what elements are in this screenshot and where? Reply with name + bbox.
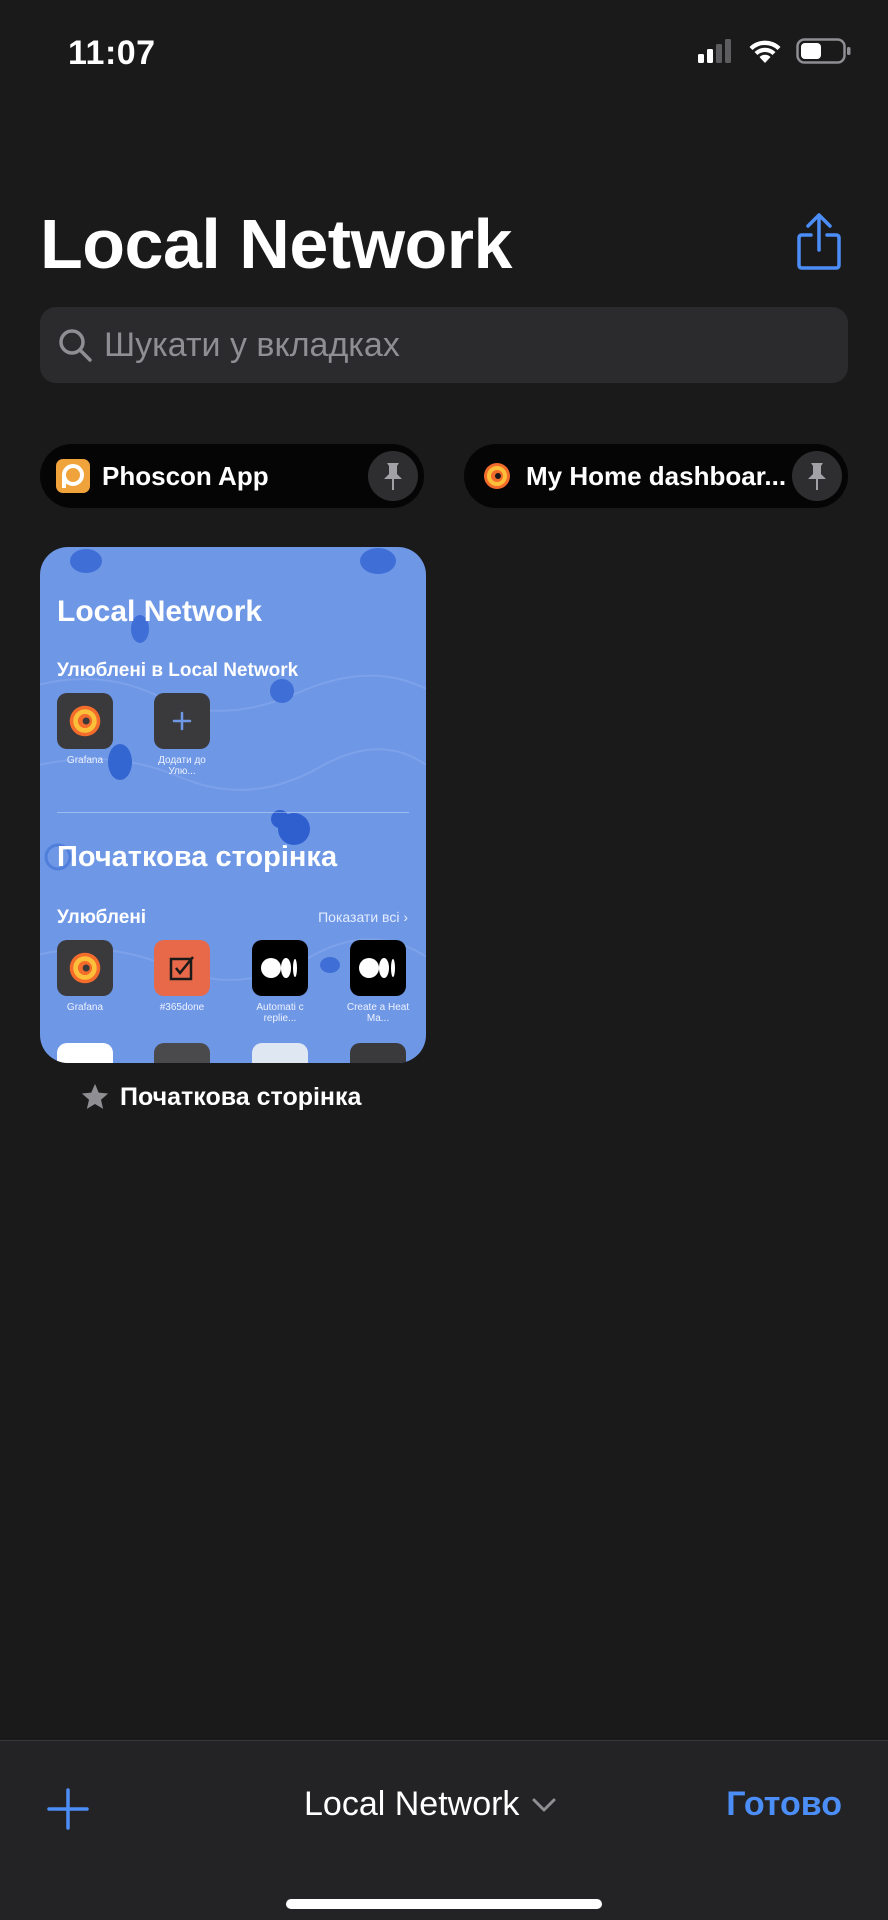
preview-tile-partial bbox=[57, 1043, 113, 1063]
tab-group-name: Local Network bbox=[304, 1785, 520, 1823]
status-icons bbox=[698, 38, 852, 64]
grafana-icon bbox=[69, 952, 101, 984]
pin-icon bbox=[808, 463, 826, 490]
share-button[interactable] bbox=[794, 212, 844, 272]
preview-title: Local Network bbox=[57, 595, 263, 628]
preview-show-all-label: Показати всі bbox=[318, 909, 400, 925]
share-icon bbox=[797, 213, 841, 270]
pinned-tab-my-home[interactable]: My Home dashboar... bbox=[464, 444, 848, 508]
pin-icon bbox=[384, 463, 402, 490]
preview-tile-caption: Grafana bbox=[66, 755, 104, 766]
done-button[interactable]: Готово bbox=[726, 1785, 842, 1824]
new-tab-button[interactable] bbox=[46, 1787, 90, 1831]
checkbox-icon bbox=[169, 956, 194, 981]
preview-favorites-heading: Улюблені в Local Network bbox=[57, 660, 299, 681]
status-time: 11:07 bbox=[68, 34, 156, 72]
tab-card-caption: Початкова сторінка bbox=[80, 1082, 361, 1112]
medium-icon bbox=[261, 958, 297, 978]
preview-tile-partial bbox=[252, 1043, 308, 1063]
preview-tile-caption: Додати до Улю... bbox=[158, 755, 206, 777]
preview-tile-partial bbox=[350, 1043, 406, 1063]
grafana-icon bbox=[484, 463, 510, 489]
search-input[interactable]: Шукати у вкладках bbox=[40, 307, 848, 383]
preview-tile-caption: #365done bbox=[159, 1002, 205, 1013]
preview-favorites-label: Улюблені bbox=[57, 907, 147, 928]
cellular-signal-icon bbox=[698, 39, 731, 63]
battery-icon bbox=[796, 38, 851, 64]
tab-group-switcher[interactable]: Local Network bbox=[304, 1785, 557, 1824]
search-placeholder: Шукати у вкладках bbox=[104, 325, 400, 364]
chevron-down-icon bbox=[532, 1798, 556, 1811]
medium-icon bbox=[359, 958, 395, 978]
page-title: Local Network bbox=[40, 205, 512, 283]
pinned-tab-label: My Home dashboar... bbox=[526, 460, 787, 491]
plus-icon bbox=[47, 1788, 89, 1830]
preview-start-page-title: Початкова сторінка bbox=[57, 841, 338, 873]
preview-tile-partial bbox=[154, 1043, 210, 1063]
status-bar: 11:07 bbox=[0, 0, 888, 110]
pinned-tab-label: Phoscon App bbox=[102, 460, 269, 491]
wifi-icon bbox=[749, 40, 781, 63]
preview-tile-caption: Create a Heat Ma... bbox=[346, 1002, 410, 1024]
preview-tile-caption: Grafana bbox=[66, 1002, 104, 1013]
bottom-toolbar: Local Network Готово bbox=[0, 1740, 888, 1920]
home-indicator bbox=[286, 1899, 602, 1909]
preview-divider bbox=[57, 812, 409, 813]
pin-badge bbox=[368, 451, 418, 501]
tab-card-start-page[interactable]: Local Network Улюблені в Local Network G… bbox=[40, 547, 426, 1063]
pin-badge bbox=[792, 451, 842, 501]
preview-tile-caption: Automati c replie... bbox=[256, 1002, 304, 1024]
phoscon-icon bbox=[56, 459, 90, 493]
star-icon bbox=[81, 1083, 109, 1109]
preview-tile-add bbox=[154, 693, 210, 749]
preview-tile-365done bbox=[154, 940, 210, 996]
preview-tile-grafana bbox=[57, 940, 113, 996]
preview-tile-medium bbox=[252, 940, 308, 996]
grafana-icon bbox=[69, 705, 101, 737]
search-icon bbox=[59, 329, 92, 362]
preview-tile-medium bbox=[350, 940, 406, 996]
preview-tile-grafana bbox=[57, 693, 113, 749]
pinned-tab-phoscon[interactable]: Phoscon App bbox=[40, 444, 424, 508]
tab-card-title: Початкова сторінка bbox=[120, 1082, 362, 1111]
preview-show-all: Показати всі › bbox=[318, 909, 408, 925]
plus-icon bbox=[172, 711, 192, 731]
